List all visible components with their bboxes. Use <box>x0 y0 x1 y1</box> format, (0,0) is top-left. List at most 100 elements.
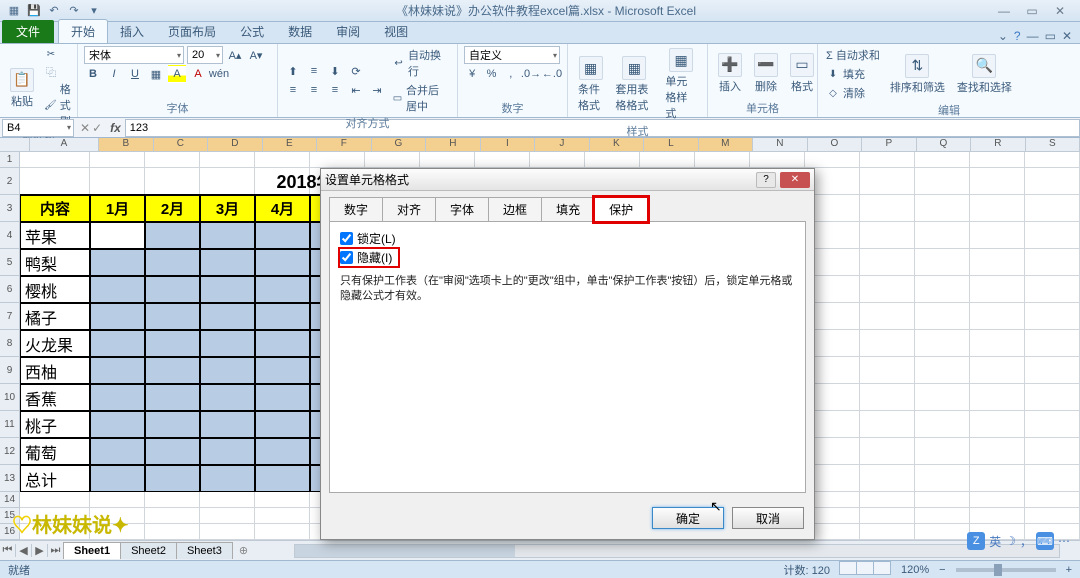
undo-icon[interactable]: ↶ <box>46 3 62 19</box>
cell-S12[interactable] <box>1025 438 1080 465</box>
cell-S10[interactable] <box>1025 384 1080 411</box>
zoom-level[interactable]: 120% <box>901 564 929 576</box>
cell-E14[interactable] <box>255 492 310 508</box>
cell-S5[interactable] <box>1025 249 1080 276</box>
zoom-in-icon[interactable]: + <box>1066 564 1072 576</box>
tab-view[interactable]: 视图 <box>372 20 420 43</box>
cell-Q14[interactable] <box>915 492 970 508</box>
cell-Q9[interactable] <box>915 357 970 384</box>
cell-A4[interactable]: 苹果 <box>20 222 90 249</box>
cell-E3[interactable]: 4月 <box>255 195 310 222</box>
enter-formula-icon[interactable]: ✓ <box>92 121 102 135</box>
cell-E6[interactable] <box>255 276 310 303</box>
dlg-tab-font[interactable]: 字体 <box>435 197 489 222</box>
cell-A10[interactable]: 香蕉 <box>20 384 90 411</box>
cell-D15[interactable] <box>200 508 255 524</box>
cut-button[interactable]: ✂ <box>42 46 74 62</box>
cell-Q2[interactable] <box>915 168 970 195</box>
cell-G1[interactable] <box>365 152 420 168</box>
wrap-text-button[interactable]: ↩自动换行 <box>390 46 451 80</box>
cell-D4[interactable] <box>200 222 255 249</box>
tab-insert[interactable]: 插入 <box>108 20 156 43</box>
cell-E5[interactable] <box>255 249 310 276</box>
border-button[interactable]: ▦ <box>147 65 165 83</box>
sheet-prev-icon[interactable]: ◀ <box>16 544 32 557</box>
percent-icon[interactable]: % <box>483 65 499 83</box>
col-O[interactable]: O <box>808 138 863 151</box>
cell-E4[interactable] <box>255 222 310 249</box>
cell-R12[interactable] <box>970 438 1025 465</box>
italic-button[interactable]: I <box>105 65 123 83</box>
cell-R1[interactable] <box>970 152 1025 168</box>
ribbon-minimize-icon[interactable]: ⌄ <box>998 29 1008 43</box>
cell-P7[interactable] <box>860 303 915 330</box>
orientation-icon[interactable]: ⟳ <box>347 62 365 80</box>
col-S[interactable]: S <box>1026 138 1080 151</box>
cell-N1[interactable] <box>750 152 805 168</box>
copy-button[interactable]: ⿻ <box>42 63 74 79</box>
ime-moon-icon[interactable]: ☽ <box>1005 534 1016 548</box>
cell-S15[interactable] <box>1025 508 1080 524</box>
col-C[interactable]: C <box>154 138 209 151</box>
font-size-select[interactable]: 20 <box>187 46 223 64</box>
cell-R8[interactable] <box>970 330 1025 357</box>
cancel-button[interactable]: 取消 <box>732 507 804 529</box>
dlg-tab-protection[interactable]: 保护 <box>594 197 648 222</box>
tab-page-layout[interactable]: 页面布局 <box>156 20 228 43</box>
sheet-tab-1[interactable]: Sheet1 <box>63 542 121 559</box>
cell-Q15[interactable] <box>915 508 970 524</box>
cell-E15[interactable] <box>255 508 310 524</box>
inc-decimal-icon[interactable]: .0→ <box>522 65 540 83</box>
cell-B4[interactable] <box>90 222 145 249</box>
cell-J1[interactable] <box>530 152 585 168</box>
cell-D6[interactable] <box>200 276 255 303</box>
cell-E8[interactable] <box>255 330 310 357</box>
cell-E13[interactable] <box>255 465 310 492</box>
save-icon[interactable]: 💾 <box>26 3 42 19</box>
horizontal-scrollbar[interactable] <box>294 544 1060 558</box>
dlg-tab-fill[interactable]: 填充 <box>541 197 595 222</box>
cell-B6[interactable] <box>90 276 145 303</box>
cell-Q3[interactable] <box>915 195 970 222</box>
row-head-11[interactable]: 11 <box>0 411 20 438</box>
cell-E16[interactable] <box>255 524 310 540</box>
col-R[interactable]: R <box>971 138 1026 151</box>
insert-cells-button[interactable]: ➕插入 <box>714 51 746 96</box>
zoom-out-icon[interactable]: − <box>939 564 945 576</box>
cell-D9[interactable] <box>200 357 255 384</box>
cell-A8[interactable]: 火龙果 <box>20 330 90 357</box>
cell-P10[interactable] <box>860 384 915 411</box>
cell-S13[interactable] <box>1025 465 1080 492</box>
cell-A9[interactable]: 西柚 <box>20 357 90 384</box>
cell-P12[interactable] <box>860 438 915 465</box>
cell-C16[interactable] <box>145 524 200 540</box>
cell-R6[interactable] <box>970 276 1025 303</box>
cell-A11[interactable]: 桃子 <box>20 411 90 438</box>
font-name-select[interactable]: 宋体 <box>84 46 184 64</box>
cell-H1[interactable] <box>420 152 475 168</box>
cell-R14[interactable] <box>970 492 1025 508</box>
align-right-icon[interactable]: ≡ <box>326 81 344 99</box>
sheet-next-icon[interactable]: ▶ <box>32 544 48 557</box>
sheet-first-icon[interactable]: ⏮ <box>0 544 16 557</box>
dec-decimal-icon[interactable]: ←.0 <box>543 65 561 83</box>
doc-close-button[interactable]: ✕ <box>1062 29 1072 43</box>
font-color-button[interactable]: A <box>189 65 207 83</box>
autosum-button[interactable]: Σ 自动求和 <box>824 46 882 64</box>
col-G[interactable]: G <box>372 138 427 151</box>
cell-P5[interactable] <box>860 249 915 276</box>
row-head-4[interactable]: 4 <box>0 222 20 249</box>
fx-icon[interactable]: fx <box>106 121 125 135</box>
cell-S9[interactable] <box>1025 357 1080 384</box>
align-bottom-icon[interactable]: ⬇ <box>326 62 344 80</box>
cell-styles-button[interactable]: ▦单元格样式 <box>661 46 701 123</box>
col-I[interactable]: I <box>481 138 536 151</box>
cancel-formula-icon[interactable]: ✕ <box>80 121 90 135</box>
lock-checkbox-row[interactable]: 锁定(L) <box>340 230 795 247</box>
cell-B3[interactable]: 1月 <box>90 195 145 222</box>
ime-lang[interactable]: 英 <box>989 533 1001 550</box>
ime-toolbar[interactable]: Z 英 ☽ ， ⌨ ⋯ <box>967 532 1070 550</box>
col-B[interactable]: B <box>99 138 154 151</box>
align-center-icon[interactable]: ≡ <box>305 81 323 99</box>
cell-D3[interactable]: 3月 <box>200 195 255 222</box>
